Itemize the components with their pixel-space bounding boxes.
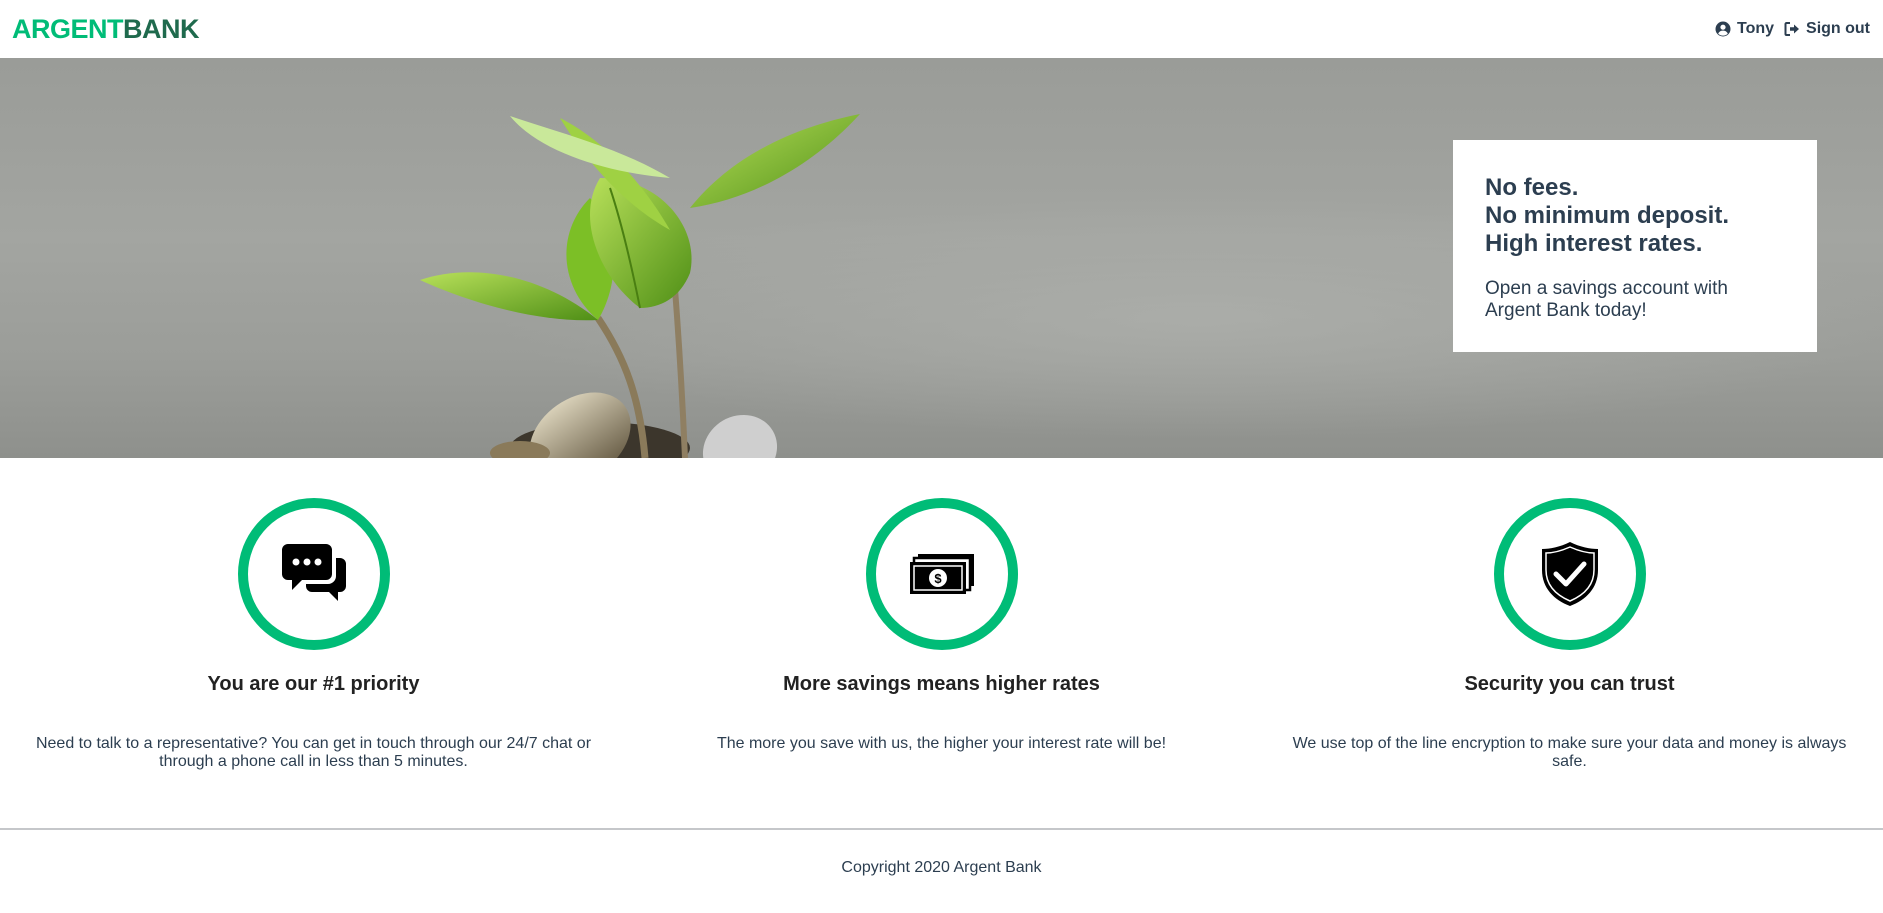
feature-text: We use top of the line encryption to mak… xyxy=(1292,735,1847,770)
feature-title: You are our #1 priority xyxy=(207,673,420,695)
logo-text-bank: BANK xyxy=(123,13,200,44)
sign-out-label: Sign out xyxy=(1806,20,1870,37)
user-name: Tony xyxy=(1736,20,1775,37)
user-profile-link[interactable]: Tony xyxy=(1715,20,1774,38)
user-circle-icon xyxy=(1715,21,1731,37)
argent-bank-logo[interactable]: ARGENT BANK xyxy=(12,13,200,45)
hero-subtitle-no-minimum-deposit: No minimum deposit. xyxy=(1485,202,1730,229)
feature-item-savings: $ More savings means higher rates The mo… xyxy=(628,458,1255,828)
hero-subtitle-no-fees: No fees. xyxy=(1485,174,1579,201)
logo-text-argent: ARGENT xyxy=(12,13,124,44)
main-nav: ARGENT BANK Tony Sign out xyxy=(0,0,1883,58)
money-icon: $ xyxy=(909,554,974,594)
svg-text:$: $ xyxy=(934,571,942,586)
sign-out-link[interactable]: Sign out xyxy=(1784,20,1870,38)
security-shield-icon xyxy=(1541,542,1598,606)
hero-subtitle-high-interest: High interest rates. xyxy=(1485,230,1703,257)
feature-icon-circle xyxy=(237,498,390,650)
sign-out-icon xyxy=(1784,22,1800,36)
features-section: You are our #1 priority Need to talk to … xyxy=(0,458,1883,830)
hero-text: Open a savings account with Argent Bank … xyxy=(1485,278,1728,321)
feature-icon-circle xyxy=(1493,498,1646,650)
feature-title: More savings means higher rates xyxy=(783,673,1100,695)
footer: Copyright 2020 Argent Bank xyxy=(0,830,1883,911)
feature-text: Need to talk to a representative? You ca… xyxy=(35,735,592,770)
feature-text: The more you save with us, the higher yo… xyxy=(716,735,1167,752)
chat-icon xyxy=(281,544,346,601)
feature-title: Security you can trust xyxy=(1464,673,1675,695)
hero-banner: No fees. No minimum deposit. High intere… xyxy=(0,58,1883,458)
feature-item-priority: You are our #1 priority Need to talk to … xyxy=(0,458,627,828)
nav-user-area: Tony Sign out xyxy=(1715,20,1870,38)
hero-promo-card: No fees. No minimum deposit. High intere… xyxy=(1453,140,1817,352)
feature-item-security: Security you can trust We use top of the… xyxy=(1256,458,1883,828)
footer-copyright: Copyright 2020 Argent Bank xyxy=(841,858,1042,876)
feature-icon-circle: $ xyxy=(865,498,1018,650)
